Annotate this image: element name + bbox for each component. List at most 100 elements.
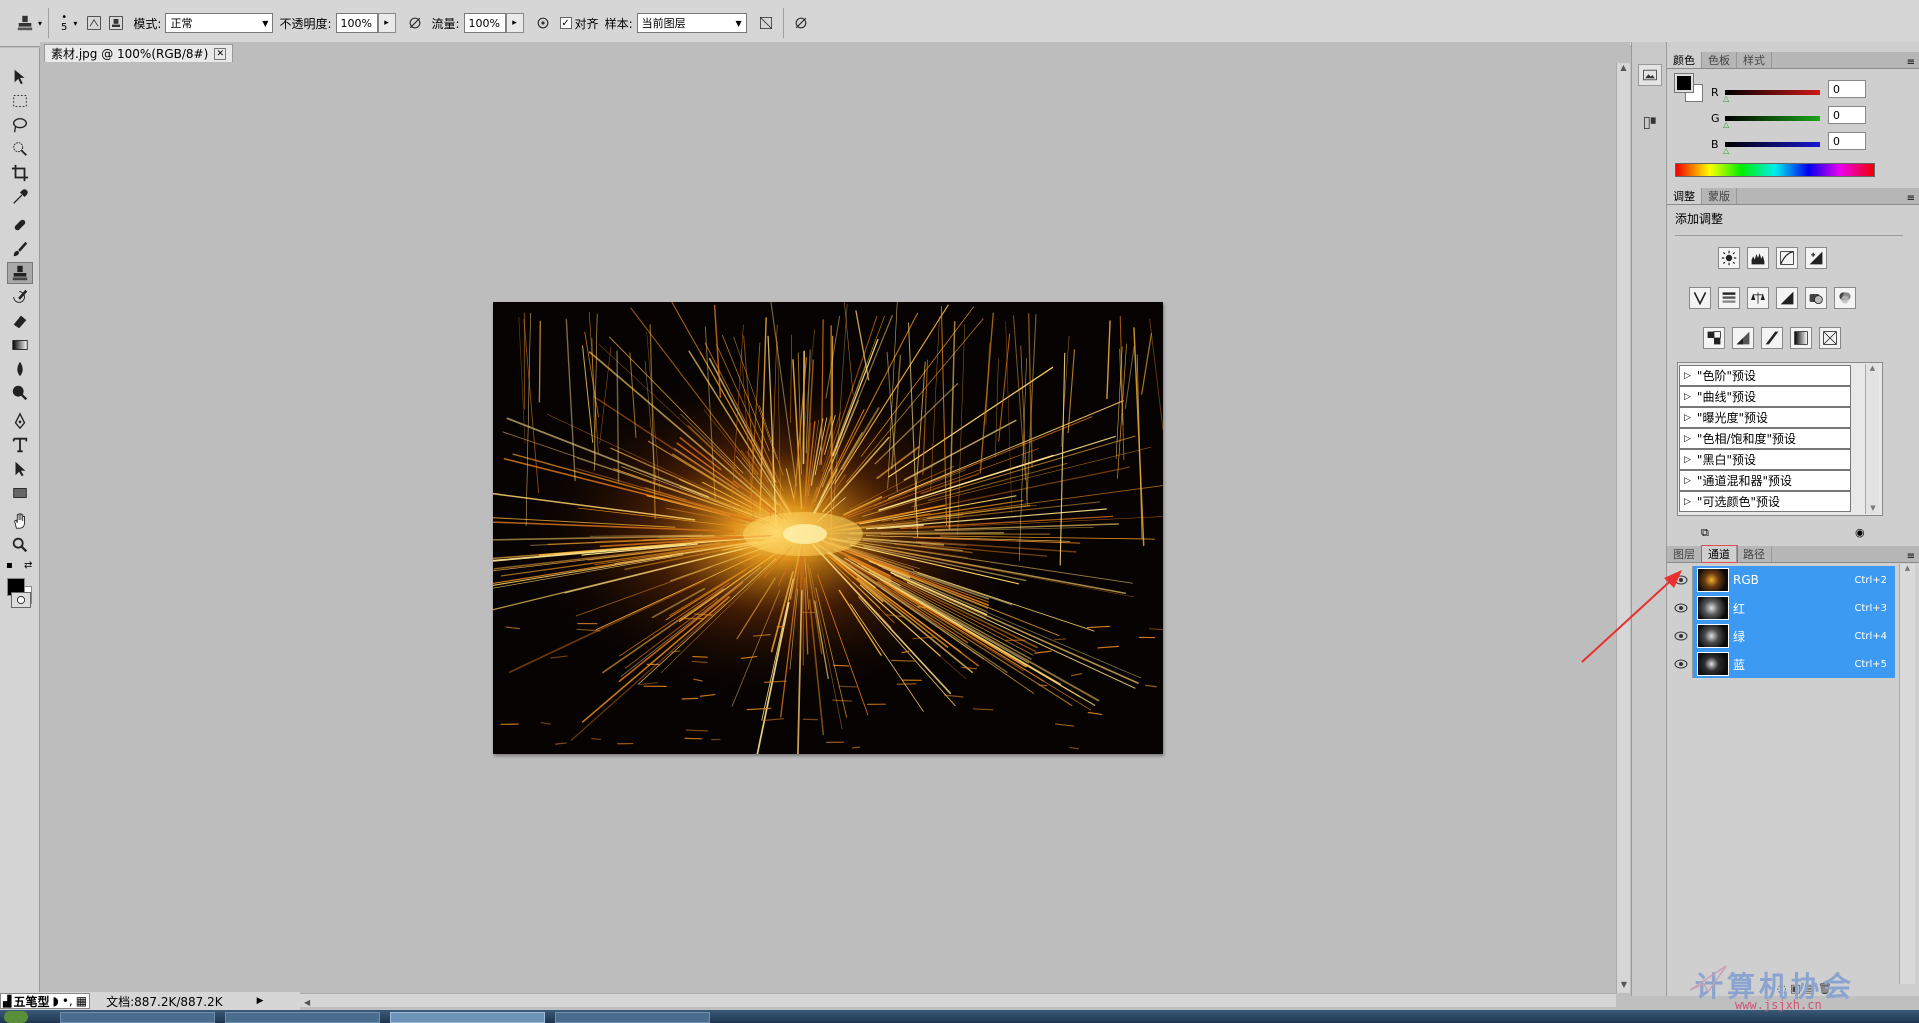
- moon-icon[interactable]: ◗: [52, 994, 58, 1008]
- expand-triangle-icon[interactable]: ▷: [1684, 413, 1691, 423]
- horizontal-scrollbar[interactable]: ◀: [300, 993, 1616, 1007]
- tab-channels[interactable]: 通道: [1701, 545, 1738, 563]
- aligned-checkbox[interactable]: ✓ 对齐: [559, 15, 599, 32]
- channel-mixer-icon[interactable]: [1834, 287, 1856, 309]
- vibrance-icon[interactable]: [1689, 287, 1711, 309]
- clone-stamp-tool-icon[interactable]: [7, 262, 33, 284]
- status-menu-arrow-icon[interactable]: ▶: [257, 996, 264, 1006]
- expand-triangle-icon[interactable]: ▷: [1684, 371, 1691, 381]
- document-tab[interactable]: 素材.jpg @ 100%(RGB/8#) ✕: [44, 44, 234, 62]
- exposure-icon[interactable]: [1805, 247, 1827, 269]
- presets-scrollbar[interactable]: ▲ ▼: [1865, 364, 1879, 514]
- brush-panel-toggle-icon[interactable]: [83, 12, 105, 34]
- slider-thumb-icon[interactable]: △: [1723, 94, 1729, 103]
- opacity-pressure-icon[interactable]: [404, 12, 426, 34]
- hue-saturation-icon[interactable]: [1718, 287, 1740, 309]
- quick-selection-tool-icon[interactable]: [7, 138, 33, 160]
- g-input[interactable]: 0: [1828, 106, 1866, 124]
- sample-select[interactable]: 当前图层 ▼: [636, 13, 747, 33]
- default-colors-icon[interactable]: ▪: [6, 560, 13, 571]
- photo-filter-icon[interactable]: [1805, 287, 1827, 309]
- tool-preset-arrow-icon[interactable]: ▾: [38, 19, 42, 28]
- move-tool-icon[interactable]: [7, 66, 33, 88]
- eyedropper-tool-icon[interactable]: [7, 186, 33, 208]
- levels-icon[interactable]: [1747, 247, 1769, 269]
- scroll-left-icon[interactable]: ◀: [304, 998, 310, 1007]
- scroll-down-icon[interactable]: ▼: [1866, 504, 1880, 512]
- panel-menu-icon[interactable]: ≡: [1907, 57, 1919, 68]
- ignore-adjustment-layers-icon[interactable]: [755, 12, 777, 34]
- r-input[interactable]: 0: [1828, 80, 1866, 98]
- gradient-map-icon[interactable]: [1790, 327, 1812, 349]
- expand-triangle-icon[interactable]: ▷: [1684, 392, 1691, 402]
- taskbar-item[interactable]: [555, 1012, 710, 1023]
- vertical-scrollbar[interactable]: ▲ ▼: [1616, 63, 1630, 993]
- lasso-tool-icon[interactable]: [7, 114, 33, 136]
- panel-menu-icon[interactable]: ≡: [1907, 551, 1919, 562]
- taskbar-item[interactable]: [390, 1012, 545, 1023]
- scroll-up-icon[interactable]: ▲: [1866, 364, 1879, 372]
- pen-tool-icon[interactable]: [7, 410, 33, 432]
- flow-input[interactable]: 100%: [463, 13, 506, 33]
- mode-select[interactable]: 正常 ▼: [165, 13, 274, 33]
- threshold-icon[interactable]: [1761, 327, 1783, 349]
- tab-swatches[interactable]: 色板: [1702, 52, 1737, 68]
- opacity-slider-button[interactable]: ▸: [377, 13, 396, 33]
- channel-row[interactable]: 红 Ctrl+3: [1669, 594, 1895, 622]
- invert-icon[interactable]: [1703, 327, 1725, 349]
- eraser-tool-icon[interactable]: [7, 310, 33, 332]
- punctuation-icon[interactable]: •,: [62, 994, 73, 1008]
- airbrush-icon[interactable]: [532, 12, 554, 34]
- r-slider[interactable]: [1725, 90, 1820, 95]
- adjust-options-icon[interactable]: ◉: [1855, 526, 1865, 539]
- color-spectrum-bar[interactable]: [1675, 163, 1875, 177]
- tab-styles[interactable]: 样式: [1737, 52, 1772, 68]
- clip-to-layer-icon[interactable]: ⧉: [1701, 526, 1709, 540]
- taskbar-item[interactable]: [60, 1012, 215, 1023]
- pressure-size-icon[interactable]: [790, 12, 812, 34]
- channel-row[interactable]: 蓝 Ctrl+5: [1669, 650, 1895, 678]
- clone-source-panel-icon[interactable]: [105, 12, 127, 34]
- b-slider[interactable]: [1725, 142, 1820, 147]
- b-input[interactable]: 0: [1828, 132, 1866, 150]
- ime-bar[interactable]: ▟ 五笔型 ◗ •, ▦: [0, 993, 91, 1009]
- type-tool-icon[interactable]: [7, 434, 33, 456]
- brightness-icon[interactable]: [1718, 247, 1740, 269]
- channel-row[interactable]: 绿 Ctrl+4: [1669, 622, 1895, 650]
- flow-slider-button[interactable]: ▸: [505, 13, 524, 33]
- tab-masks[interactable]: 蒙版: [1702, 188, 1737, 204]
- foreground-color-swatch[interactable]: [1674, 73, 1694, 93]
- expand-triangle-icon[interactable]: ▷: [1684, 476, 1691, 486]
- history-brush-tool-icon[interactable]: [7, 286, 33, 308]
- keyboard-icon[interactable]: ▦: [76, 994, 87, 1008]
- selective-color-icon[interactable]: [1819, 327, 1841, 349]
- panel-menu-icon[interactable]: ≡: [1907, 193, 1919, 204]
- dodge-tool-icon[interactable]: [7, 382, 33, 404]
- slider-thumb-icon[interactable]: △: [1723, 120, 1729, 129]
- swap-colors-icon[interactable]: ⇄: [24, 560, 32, 571]
- tab-color[interactable]: 颜色: [1667, 52, 1702, 68]
- g-slider[interactable]: [1725, 116, 1820, 121]
- taskbar-item[interactable]: [225, 1012, 380, 1023]
- hand-tool-icon[interactable]: [7, 510, 33, 532]
- curves-icon[interactable]: [1776, 247, 1798, 269]
- color-balance-icon[interactable]: [1747, 287, 1769, 309]
- preset-item[interactable]: ▷ "黑白"预设: [1679, 449, 1851, 470]
- image-canvas[interactable]: [493, 302, 1163, 754]
- slider-thumb-icon[interactable]: △: [1723, 146, 1729, 155]
- navigator-panel-icon[interactable]: [1638, 64, 1662, 86]
- brush-tool-icon[interactable]: [7, 238, 33, 260]
- tab-adjustments[interactable]: 调整: [1667, 188, 1702, 204]
- preset-item[interactable]: ▷ "色阶"预设: [1679, 365, 1851, 386]
- marquee-tool-icon[interactable]: [7, 90, 33, 112]
- close-icon[interactable]: ✕: [214, 47, 227, 60]
- scroll-up-icon[interactable]: ▲: [1617, 63, 1630, 72]
- zoom-tool-icon[interactable]: [7, 534, 33, 556]
- shape-tool-icon[interactable]: [7, 482, 33, 504]
- crop-tool-icon[interactable]: [7, 162, 33, 184]
- preset-item[interactable]: ▷ "通道混和器"预设: [1679, 470, 1851, 491]
- black-white-icon[interactable]: [1776, 287, 1798, 309]
- quick-mask-icon[interactable]: [11, 592, 31, 608]
- clone-stamp-tool-preset-icon[interactable]: [14, 12, 36, 34]
- expand-triangle-icon[interactable]: ▷: [1684, 434, 1691, 444]
